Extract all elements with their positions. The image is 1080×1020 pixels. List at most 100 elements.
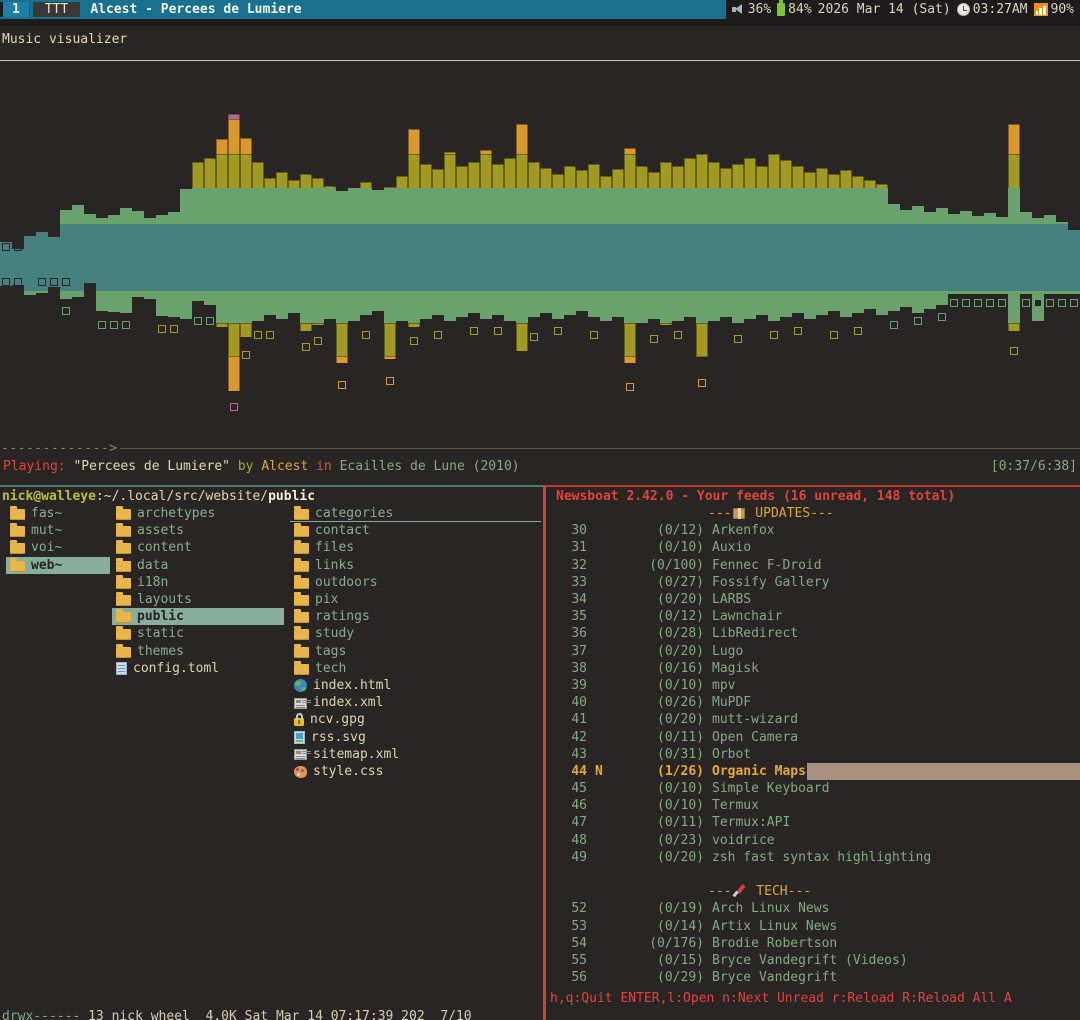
viz-peak-marker [110, 321, 118, 329]
file-item[interactable]: style.css [290, 763, 541, 780]
viz-bar-mirror [228, 323, 240, 356]
viz-bar-mirror [840, 291, 852, 317]
feed-row[interactable]: 41(0/20)mutt-wizard [546, 711, 1080, 728]
file-item[interactable]: index.html [290, 677, 541, 694]
image-icon [294, 731, 305, 744]
feed-row[interactable]: 42(0/11)Open Camera [546, 728, 1080, 745]
viz-bar [600, 188, 612, 224]
file-item[interactable]: themes [112, 643, 284, 660]
feed-row[interactable]: 52(0/19)Arch Linux News [546, 900, 1080, 917]
viz-bar [252, 188, 264, 224]
file-item[interactable]: ncv.gpg [290, 711, 541, 728]
file-item[interactable]: links [290, 557, 541, 574]
viz-bar-mirror [312, 323, 324, 325]
viz-bar [444, 154, 456, 188]
file-item[interactable]: index.xml [290, 694, 541, 711]
viz-bar-mirror [192, 291, 204, 301]
battery-value: 84% [788, 2, 811, 17]
feed-row[interactable]: 36(0/28)LibRedirect [546, 625, 1080, 642]
file-item[interactable]: tech [290, 660, 541, 677]
viz-bar-mirror [900, 291, 912, 307]
file-item[interactable]: config.toml [112, 660, 284, 677]
file-item-label: style.css [313, 764, 383, 779]
viz-bar [516, 188, 528, 224]
feed-row[interactable]: 38(0/16)Magisk [546, 660, 1080, 677]
file-item[interactable]: pix [290, 591, 541, 608]
feed-number: 47 [556, 815, 587, 830]
file-item[interactable]: public [112, 608, 284, 625]
viz-bar [504, 158, 516, 188]
feed-row[interactable]: 53(0/14)Artix Linux News [546, 918, 1080, 935]
feed-row[interactable]: 45(0/10)Simple Keyboard [546, 780, 1080, 797]
file-item[interactable]: study [290, 625, 541, 642]
track-progress-line[interactable]: -------------> [0, 441, 1080, 455]
feed-row[interactable]: 34(0/20)LARBS [546, 591, 1080, 608]
feed-row[interactable]: 32(0/100)Fennec F-Droid [546, 557, 1080, 574]
file-item[interactable]: layouts [112, 591, 284, 608]
feed-title: Open Camera [704, 730, 798, 745]
tmux-window-number[interactable]: 1 [0, 2, 30, 17]
file-item[interactable]: rss.svg [290, 728, 541, 745]
viz-bar-mirror [396, 291, 408, 321]
feed-title: zsh fast syntax highlighting [704, 850, 931, 865]
feed-row[interactable]: 54(0/176)Brodie Robertson [546, 935, 1080, 952]
viz-bar [732, 188, 744, 224]
file-item[interactable]: archetypes [112, 505, 284, 522]
file-item[interactable]: contact [290, 522, 541, 539]
feed-row[interactable]: 33(0/27)Fossify Gallery [546, 574, 1080, 591]
viz-bar [480, 188, 492, 224]
file-item[interactable]: categories [290, 505, 541, 522]
feed-row[interactable]: 43(0/31)Orbot [546, 746, 1080, 763]
feed-row[interactable]: 44N(1/26)Organic Maps [546, 763, 1080, 780]
file-item[interactable]: web~ [6, 557, 110, 574]
viz-bar [732, 164, 744, 188]
file-item-label: tech [315, 661, 346, 676]
folder-icon [294, 629, 309, 640]
viz-bar-mirror [468, 291, 480, 313]
file-item[interactable]: static [112, 625, 284, 642]
viz-bar [636, 166, 648, 188]
file-item[interactable]: data [112, 557, 284, 574]
viz-bar-mirror [504, 291, 516, 321]
file-item[interactable]: files [290, 539, 541, 556]
feed-row[interactable]: 31(0/10)Auxio [546, 539, 1080, 556]
feed-row[interactable]: 46(0/10)Termux [546, 797, 1080, 814]
newspaper-icon [294, 749, 307, 760]
feed-row[interactable]: 56(0/29)Bryce Vandegrift [546, 969, 1080, 986]
feed-row[interactable]: 55(0/15)Bryce Vandegrift (Videos) [546, 952, 1080, 969]
tmux-window-name-tab[interactable]: TTT [33, 2, 80, 17]
now-playing-line: Playing: "Percees de Lumiere" by Alcest … [0, 455, 1080, 477]
feed-row[interactable]: 39(0/10)mpv [546, 677, 1080, 694]
file-item[interactable]: assets [112, 522, 284, 539]
viz-bar [672, 166, 684, 188]
feed-row[interactable]: 49(0/20)zsh fast syntax highlighting [546, 849, 1080, 866]
file-item[interactable]: voi~ [6, 539, 110, 556]
file-item[interactable]: outdoors [290, 574, 541, 591]
folder-icon [10, 509, 25, 520]
viz-bar-mirror [600, 291, 612, 321]
feed-row[interactable]: 47(0/11)Termux:API [546, 814, 1080, 831]
file-item[interactable]: content [112, 539, 284, 556]
file-item[interactable]: mut~ [6, 522, 110, 539]
folder-icon [10, 543, 25, 554]
viz-peak-marker [434, 331, 442, 339]
feed-row[interactable]: 40(0/26)MuPDF [546, 694, 1080, 711]
file-item-label: fas~ [31, 506, 62, 521]
file-item[interactable]: ratings [290, 608, 541, 625]
feed-row[interactable]: 35(0/12)Lawnchair [546, 608, 1080, 625]
feed-number: 42 [556, 730, 587, 745]
viz-bar [552, 188, 564, 224]
viz-bar [240, 138, 252, 154]
file-item[interactable]: sitemap.xml [290, 746, 541, 763]
file-item[interactable]: tags [290, 643, 541, 660]
viz-notch [36, 224, 48, 232]
viz-bar [612, 188, 624, 224]
viz-band-square [2, 278, 10, 286]
file-item-label: categories [315, 506, 393, 521]
feed-row[interactable]: 37(0/20)Lugo [546, 643, 1080, 660]
viz-notch [0, 286, 12, 291]
file-item[interactable]: i18n [112, 574, 284, 591]
feed-row[interactable]: 30(0/12)Arkenfox [546, 522, 1080, 539]
file-item[interactable]: fas~ [6, 505, 110, 522]
feed-row[interactable]: 48(0/23)voidrice [546, 832, 1080, 849]
